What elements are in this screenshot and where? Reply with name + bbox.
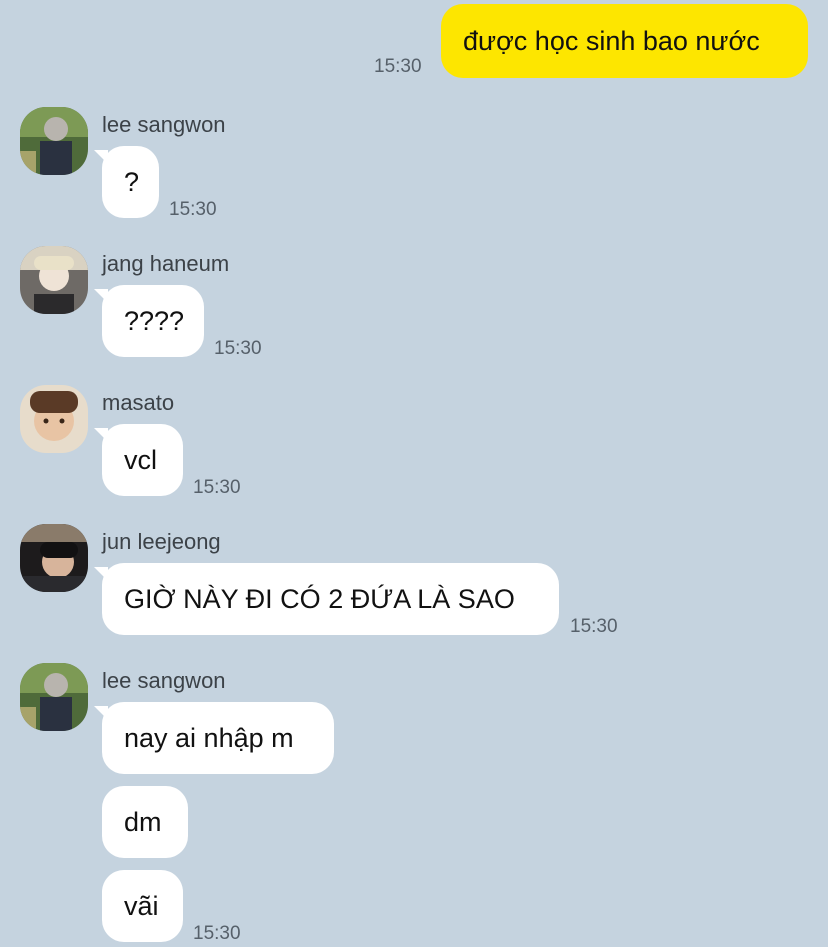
incoming-message-bubble[interactable]: GIỜ NÀY ĐI CÓ 2 ĐỨA LÀ SAO	[102, 563, 559, 635]
sender-name: masato	[102, 390, 175, 415]
incoming-message-bubble[interactable]: ????	[102, 285, 204, 357]
message-time: 15:30	[169, 199, 217, 220]
message-text: dm	[124, 806, 162, 837]
message-text: ????	[124, 305, 185, 336]
sender-name: lee sangwon	[102, 112, 226, 137]
outgoing-message-text: được học sinh bao nước	[463, 25, 760, 56]
message-text: vãi	[124, 890, 159, 921]
incoming-message-bubble[interactable]: vcl	[102, 424, 183, 496]
incoming-message-bubble[interactable]: dm	[102, 786, 188, 858]
sender-avatar-icon[interactable]	[20, 524, 88, 592]
incoming-message-bubble[interactable]: ?	[102, 146, 159, 218]
outgoing-message-time: 15:30	[374, 56, 422, 77]
sender-name: lee sangwon	[102, 668, 226, 693]
sender-avatar-icon[interactable]	[20, 246, 88, 314]
message-text: ?	[124, 166, 140, 197]
message-time: 15:30	[570, 616, 618, 637]
message-time: 15:30	[214, 338, 262, 359]
message-text: GIỜ NÀY ĐI CÓ 2 ĐỨA LÀ SAO	[124, 583, 515, 614]
message-text: nay ai nhập m	[124, 722, 294, 753]
message-time: 15:30	[193, 477, 241, 498]
incoming-message-bubble[interactable]: nay ai nhập m	[102, 702, 334, 774]
sender-avatar-icon[interactable]	[20, 385, 88, 453]
message-text: vcl	[124, 444, 157, 475]
sender-name: jun leejeong	[102, 529, 221, 554]
sender-name: jang haneum	[102, 251, 230, 276]
outgoing-message-bubble[interactable]: được học sinh bao nước	[441, 4, 808, 78]
chat-thread: được học sinh bao nước 15:30 lee sangwon…	[0, 0, 828, 947]
message-time: 15:30	[193, 923, 241, 944]
sender-avatar-icon[interactable]	[20, 663, 88, 731]
incoming-message-bubble[interactable]: vãi	[102, 870, 183, 942]
sender-avatar-icon[interactable]	[20, 107, 88, 175]
